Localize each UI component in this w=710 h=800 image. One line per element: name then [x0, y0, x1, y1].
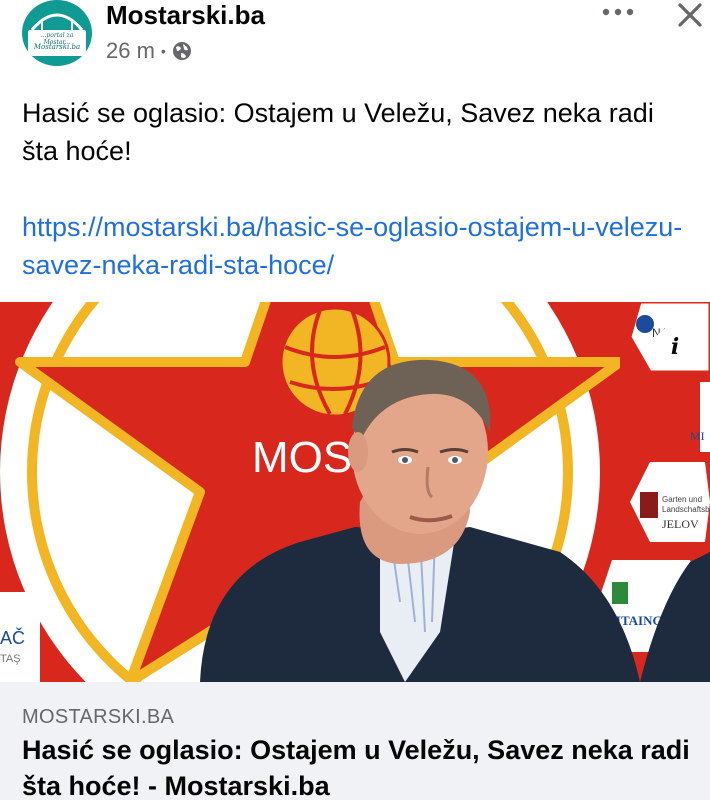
- meta-separator: •: [160, 43, 166, 59]
- more-horizontal-icon: [602, 8, 634, 16]
- page-avatar[interactable]: ...portal za Mostar... Mostarski.ba: [22, 0, 92, 66]
- post-message: Hasić se oglasio: Ostajem u Veležu, Save…: [22, 98, 654, 166]
- info-button[interactable]: i: [654, 326, 696, 368]
- info-icon: i: [670, 334, 680, 360]
- svg-text:TAŞ: TAŞ: [0, 653, 21, 665]
- post-time[interactable]: 26 m: [106, 38, 155, 64]
- press-conference-image: MOS NALI MI Garten und Landschaftsbau JE…: [0, 302, 710, 682]
- svg-text:Landschaftsbau: Landschaftsbau: [662, 505, 710, 514]
- close-icon: [678, 3, 702, 27]
- post-header: ...portal za Mostar... Mostarski.ba Most…: [0, 0, 710, 80]
- post-url-link[interactable]: https://mostarski.ba/hasic-se-oglasio-os…: [22, 208, 692, 284]
- close-button[interactable]: [674, 0, 706, 30]
- globe-icon: [172, 42, 191, 60]
- link-domain: MOSTARSKI.BA: [22, 706, 175, 728]
- article-photo[interactable]: MOS NALI MI Garten und Landschaftsbau JE…: [0, 302, 710, 682]
- svg-text:JELOV: JELOV: [662, 517, 699, 531]
- svg-text:Garten und: Garten und: [662, 495, 702, 504]
- svg-text:AČ: AČ: [0, 627, 25, 648]
- backdrop-club-text: MOS: [252, 433, 352, 482]
- link-title[interactable]: Hasić se oglasio: Ostajem u Veležu, Save…: [22, 732, 692, 800]
- more-options-button[interactable]: [598, 0, 638, 24]
- page-name-link[interactable]: Mostarski.ba: [106, 0, 265, 31]
- svg-text:MI: MI: [690, 429, 705, 443]
- post-meta: 26 m •: [106, 38, 192, 64]
- avatar-brand: Mostarski.ba: [33, 43, 81, 51]
